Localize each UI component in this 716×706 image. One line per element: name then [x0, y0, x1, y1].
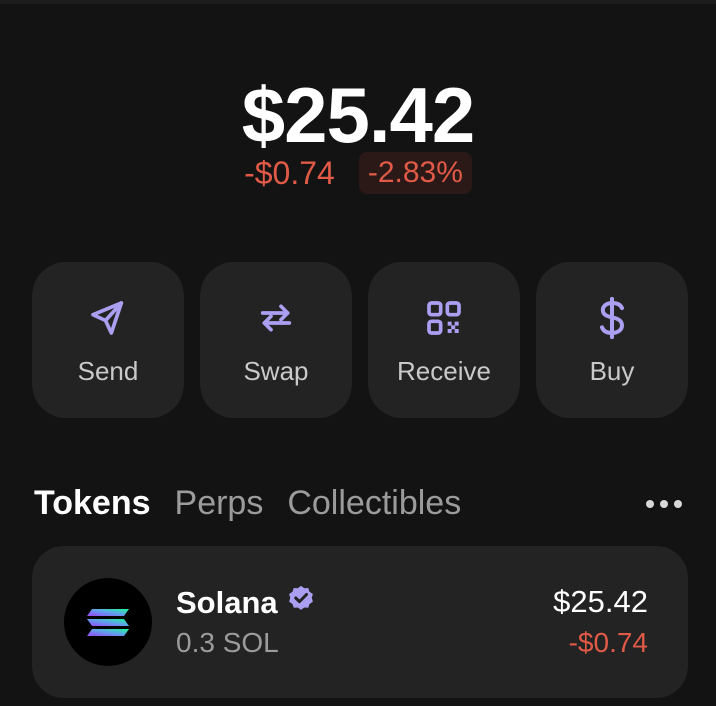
token-value: $25.42	[553, 584, 648, 619]
tab-perps[interactable]: Perps	[175, 484, 264, 523]
swap-icon	[254, 296, 298, 340]
solana-logo-icon	[64, 578, 152, 666]
asset-tabs: Tokens Perps Collectibles	[34, 484, 686, 523]
send-button[interactable]: Send	[32, 262, 184, 418]
more-options-icon[interactable]	[642, 492, 686, 516]
tab-tokens[interactable]: Tokens	[34, 484, 151, 523]
balance-change-percent-badge: -2.83%	[358, 152, 472, 194]
swap-button[interactable]: Swap	[200, 262, 352, 418]
tab-collectibles[interactable]: Collectibles	[287, 484, 461, 523]
buy-label: Buy	[589, 356, 635, 386]
balance-change-amount: -$0.74	[244, 154, 335, 191]
send-label: Send	[77, 356, 139, 386]
qr-code-icon	[422, 296, 466, 340]
action-buttons: Send Swap Receive Buy	[32, 262, 688, 418]
token-change: -$0.74	[568, 627, 648, 658]
receive-button[interactable]: Receive	[368, 262, 520, 418]
token-amount: 0.3 SOL	[176, 627, 279, 658]
buy-button[interactable]: Buy	[536, 262, 688, 418]
dollar-icon	[590, 296, 634, 340]
balance-change-row: -$0.74 -2.83%	[0, 152, 716, 194]
more-dot	[660, 499, 668, 508]
top-divider	[0, 0, 716, 4]
total-balance: $25.42	[241, 71, 476, 159]
token-name-row: Solana	[176, 584, 316, 622]
token-row-solana[interactable]: Solana 0.3 SOL $25.42 -$0.74	[32, 546, 688, 698]
token-name: Solana	[176, 585, 278, 620]
verified-badge-icon	[286, 584, 316, 622]
more-dot	[674, 499, 682, 508]
send-icon	[86, 296, 130, 340]
swap-label: Swap	[243, 356, 309, 386]
receive-label: Receive	[397, 356, 491, 386]
more-dot	[646, 499, 654, 508]
